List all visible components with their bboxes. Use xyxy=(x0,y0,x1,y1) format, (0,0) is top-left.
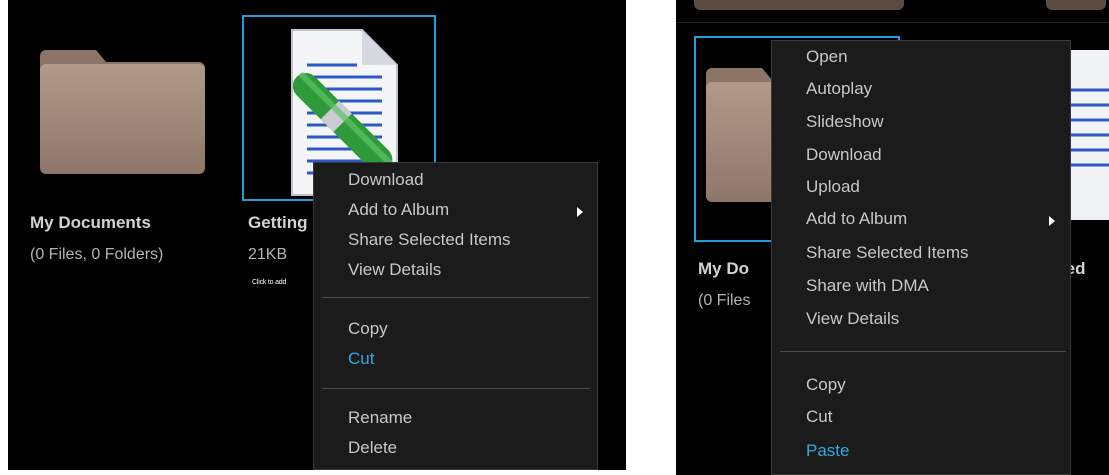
context-menu: Download Add to Album Share Selected Ite… xyxy=(313,162,598,470)
menu-item-slideshow[interactable]: Slideshow xyxy=(806,112,884,132)
menu-item-share-with-dma[interactable]: Share with DMA xyxy=(806,276,929,296)
menu-item-autoplay[interactable]: Autoplay xyxy=(806,79,872,99)
menu-item-delete[interactable]: Delete xyxy=(348,438,397,458)
menu-separator xyxy=(322,388,590,389)
toolbar-divider xyxy=(676,22,1109,23)
menu-item-upload[interactable]: Upload xyxy=(806,177,860,197)
folder-subtitle: (0 Files xyxy=(698,292,751,309)
folder-title: My Do xyxy=(698,259,749,278)
folder-title: My Documents xyxy=(30,213,151,232)
menu-item-copy[interactable]: Copy xyxy=(806,375,846,395)
menu-item-add-to-album[interactable]: Add to Album xyxy=(348,200,449,220)
file-browser-panel-right: My Do (0 Files ted Open Autoplay Slidesh… xyxy=(676,0,1109,475)
menu-item-paste[interactable]: Paste xyxy=(806,441,849,461)
toolbar-button-fragment xyxy=(694,0,904,10)
context-menu: Open Autoplay Slideshow Download Upload … xyxy=(771,40,1071,475)
file-size: 21KB xyxy=(248,246,288,263)
file-title: Getting xyxy=(248,213,308,232)
menu-separator xyxy=(780,351,1066,352)
toolbar-button-fragment xyxy=(1046,0,1106,10)
menu-item-open[interactable]: Open xyxy=(806,47,848,67)
menu-item-cut[interactable]: Cut xyxy=(806,407,832,427)
menu-item-cut[interactable]: Cut xyxy=(348,349,374,369)
menu-separator xyxy=(322,297,590,298)
file-browser-panel-left: My Documents (0 Files, 0 Folders) Gettin… xyxy=(8,0,626,470)
menu-item-copy[interactable]: Copy xyxy=(348,319,388,339)
menu-item-download[interactable]: Download xyxy=(348,170,424,190)
menu-item-view-details[interactable]: View Details xyxy=(348,260,441,280)
submenu-arrow-icon xyxy=(577,207,583,217)
menu-item-download[interactable]: Download xyxy=(806,145,882,165)
menu-item-share-selected[interactable]: Share Selected Items xyxy=(806,243,969,263)
menu-item-view-details[interactable]: View Details xyxy=(806,309,899,329)
menu-item-rename[interactable]: Rename xyxy=(348,408,412,428)
file-hint[interactable]: Click to add xyxy=(252,279,286,286)
submenu-arrow-icon xyxy=(1049,216,1055,226)
menu-item-share-selected[interactable]: Share Selected Items xyxy=(348,230,511,250)
folder-subtitle: (0 Files, 0 Folders) xyxy=(30,246,164,263)
folder-tile-my-documents[interactable]: My Documents (0 Files, 0 Folders) xyxy=(8,0,218,280)
menu-item-add-to-album[interactable]: Add to Album xyxy=(806,209,907,229)
folder-icon xyxy=(40,50,205,174)
